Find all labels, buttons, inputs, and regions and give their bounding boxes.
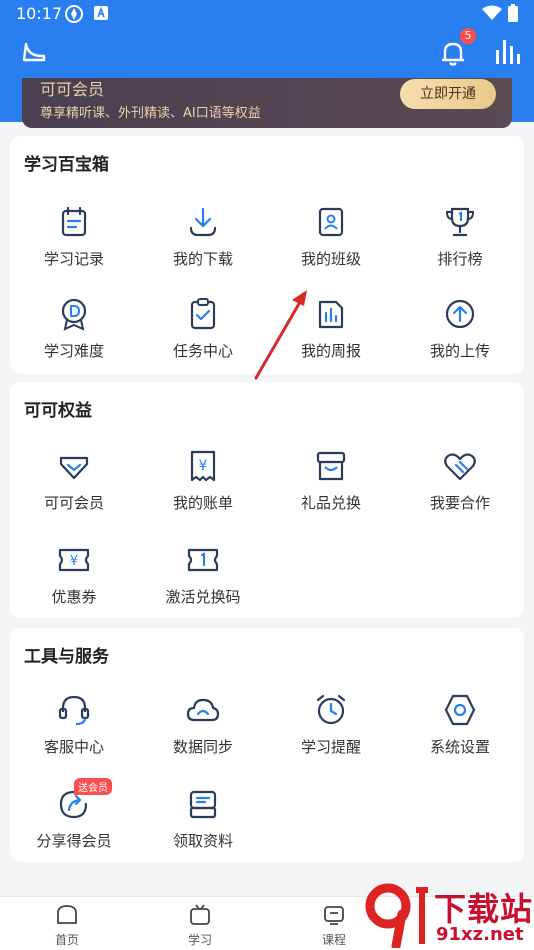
text-notification-icon — [94, 6, 108, 20]
app-notification-icon — [65, 5, 83, 23]
upload-icon — [445, 299, 475, 329]
materials-icon — [189, 790, 217, 819]
tab-study[interactable]: 学习 — [160, 903, 240, 947]
course-icon — [324, 906, 344, 925]
grid-item-my-class[interactable]: 我的班级 — [267, 204, 395, 294]
grid-item-label: 我的上传 — [429, 342, 490, 360]
grid-item-study-reminder[interactable]: 学习提醒 — [267, 692, 395, 782]
grid-item-label: 我的周报 — [300, 342, 361, 360]
grid-item-cooperation[interactable]: 我要合作 — [396, 448, 524, 538]
grid-item-label: 我的班级 — [300, 250, 361, 268]
weekly-report-icon — [318, 300, 344, 329]
grid-item-label: 分享得会员 — [36, 832, 112, 850]
handshake-heart-icon — [444, 453, 476, 481]
vip-banner[interactable]: 可可会员 尊享精听课、外刊精读、AI口语等权益 立即开通 — [22, 78, 512, 128]
grid-item-label: 礼品兑换 — [300, 494, 361, 512]
gift-box-icon — [316, 451, 346, 481]
alarm-clock-icon — [316, 694, 346, 725]
vip-diamond-icon — [59, 456, 89, 480]
wifi-icon — [482, 5, 502, 20]
grid-item-label: 任务中心 — [172, 342, 233, 360]
status-bar: 10:17 — [0, 0, 534, 28]
coupon-icon: ¥ — [58, 548, 90, 572]
difficulty-badge-icon — [61, 298, 87, 331]
download-icon — [189, 207, 217, 237]
study-toolbox-card: 学习百宝箱 学习记录 我的下载 我的班级 排行榜 学习难度 任务中心 我的周报 … — [10, 136, 524, 374]
settings-hexagon-icon — [444, 694, 476, 726]
section-title: 可可权益 — [24, 401, 92, 421]
grid-item-customer-service[interactable]: 客服中心 — [10, 692, 138, 782]
section-title: 学习百宝箱 — [24, 155, 109, 175]
status-time: 10:17 — [16, 4, 63, 23]
study-tv-icon — [190, 904, 210, 925]
statistics-icon[interactable] — [494, 36, 522, 66]
grid-item-label: 我的下载 — [172, 250, 233, 268]
grid-item-label: 优惠券 — [51, 588, 97, 606]
vip-banner-description: 尊享精听课、外刊精读、AI口语等权益 — [40, 106, 261, 121]
grid-item-system-settings[interactable]: 系统设置 — [396, 692, 524, 782]
grid-item-leaderboard[interactable]: 排行榜 — [396, 204, 524, 294]
tab-home[interactable]: 首页 — [27, 903, 107, 947]
vip-banner-title: 可可会员 — [40, 80, 105, 99]
grid-item-label: 数据同步 — [172, 738, 233, 756]
notification-badge: 5 — [460, 28, 476, 44]
svg-text:¥: ¥ — [199, 458, 208, 474]
home-icon — [57, 905, 77, 924]
task-clipboard-icon — [190, 298, 216, 330]
grid-item-my-download[interactable]: 我的下载 — [139, 204, 267, 294]
grid-item-coupon[interactable]: ¥ 优惠券 — [10, 542, 138, 632]
bill-icon: ¥ — [190, 450, 216, 482]
class-icon — [318, 207, 344, 237]
watermark-logo-icon — [365, 883, 428, 948]
site-watermark: 下载站 91xz.net — [362, 882, 534, 950]
vip-open-button[interactable]: 立即开通 — [400, 79, 496, 109]
grid-item-redeem-code[interactable]: 激活兑换码 — [139, 542, 267, 632]
battery-icon — [508, 4, 518, 22]
grid-item-kk-vip[interactable]: 可可会员 — [10, 448, 138, 538]
study-record-icon — [61, 206, 87, 237]
grid-item-label: 系统设置 — [429, 738, 490, 756]
svg-text:¥: ¥ — [70, 554, 78, 569]
grid-item-study-record[interactable]: 学习记录 — [10, 204, 138, 294]
tab-label: 学习 — [187, 933, 212, 947]
grid-item-task-center[interactable]: 任务中心 — [139, 296, 267, 386]
watermark-url: 91xz.net — [436, 924, 524, 945]
grid-item-get-materials[interactable]: 领取资料 — [139, 786, 267, 876]
grid-item-my-bill[interactable]: ¥ 我的账单 — [139, 448, 267, 538]
grid-item-label: 学习难度 — [43, 342, 104, 360]
section-title: 工具与服务 — [24, 647, 109, 667]
grid-item-data-sync[interactable]: 数据同步 — [139, 692, 267, 782]
grid-item-difficulty[interactable]: 学习难度 — [10, 296, 138, 386]
grid-item-label: 领取资料 — [172, 832, 233, 850]
grid-item-label: 我的账单 — [172, 494, 233, 512]
grid-item-share-vip[interactable]: 送会员 分享得会员 — [10, 778, 138, 876]
grid-item-label: 我要合作 — [429, 494, 490, 512]
grid-item-weekly-report[interactable]: 我的周报 — [267, 296, 395, 386]
tools-services-card: 工具与服务 客服中心 数据同步 学习提醒 系统设置 送会员 分享得会员 领取资料 — [10, 628, 524, 862]
kk-benefits-card: 可可权益 可可会员 ¥ 我的账单 礼品兑换 我要合作 ¥ 优惠券 激活兑换码 — [10, 382, 524, 618]
grid-item-label: 可可会员 — [43, 494, 104, 512]
grid-item-my-upload[interactable]: 我的上传 — [396, 296, 524, 386]
trophy-icon — [445, 207, 475, 237]
tab-label: 首页 — [54, 933, 79, 947]
grid-item-label: 排行榜 — [437, 250, 483, 268]
night-mode-icon[interactable] — [20, 38, 48, 66]
grid-item-gift-exchange[interactable]: 礼品兑换 — [267, 448, 395, 538]
grid-item-label: 学习提醒 — [300, 738, 361, 756]
redeem-code-icon — [187, 548, 219, 572]
gift-vip-tag: 送会员 — [74, 778, 112, 795]
cloud-sync-icon — [186, 698, 220, 722]
grid-item-label: 激活兑换码 — [165, 588, 241, 606]
headset-icon — [58, 695, 90, 726]
grid-item-label: 客服中心 — [43, 738, 104, 756]
grid-item-label: 学习记录 — [43, 250, 104, 268]
